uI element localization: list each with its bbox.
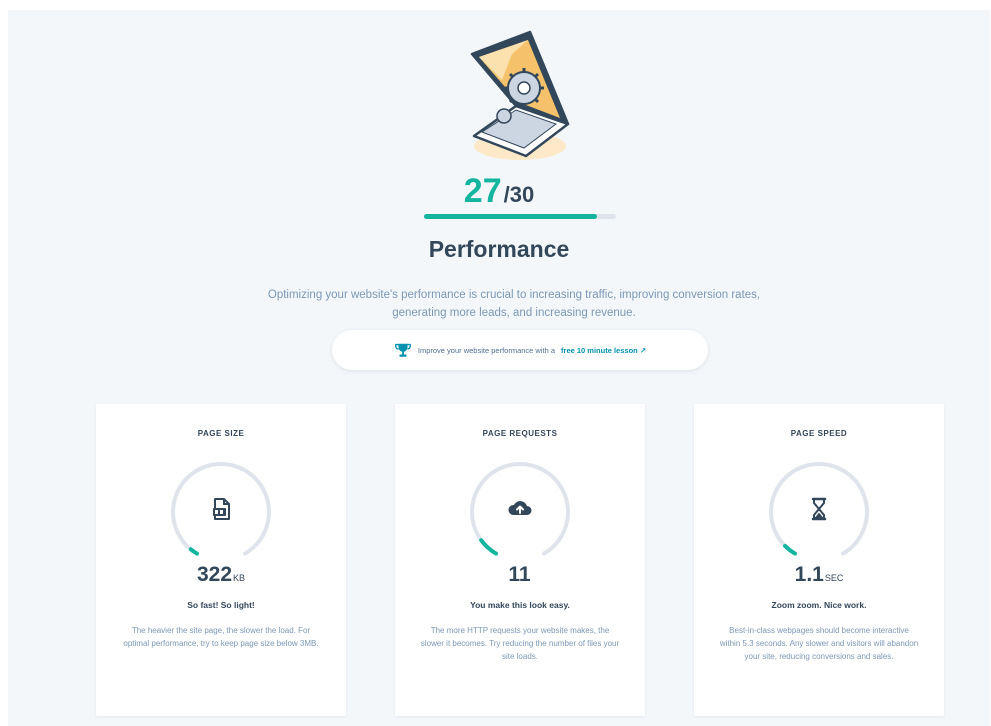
section-title: Performance [428, 236, 570, 262]
external-link-icon: ↗ [639, 345, 647, 355]
metric-value: 322 [196, 563, 233, 586]
page-size-metric: 322KB [96, 564, 346, 585]
cloud-upload-icon [508, 501, 532, 515]
lesson-banner[interactable]: Improve your website performance with a … [332, 330, 708, 370]
page-speed-card: PAGE SPEED 1.1SEC Zoom zoom. Nice work. … [694, 404, 944, 716]
page-requests-metric: 11 [395, 564, 645, 585]
metric-value: 1.1 [794, 563, 824, 586]
score-progress-fill [424, 214, 597, 219]
page-requests-card: PAGE REQUESTS 11 You make this look easy… [395, 404, 645, 716]
card-tagline: You make this look easy. [470, 600, 570, 610]
hourglass-icon [811, 497, 827, 521]
score-value: 27 [463, 172, 502, 210]
card-description: The more HTTP requests your website make… [420, 626, 620, 661]
metric-unit: SEC [824, 573, 844, 583]
metric-unit: KB [233, 573, 246, 583]
performance-score: 27/30 [8, 174, 990, 208]
trophy-icon [395, 343, 411, 357]
score-progress-bar [424, 214, 616, 219]
card-title: PAGE SPEED [790, 429, 848, 438]
card-title: PAGE SIZE [197, 429, 245, 438]
lesson-text: Improve your website performance with a [417, 345, 556, 355]
page-speed-metric: 1.1SEC [694, 564, 944, 585]
lesson-link[interactable]: free 10 minute lesson ↗ [561, 346, 646, 355]
card-tagline: So fast! So light! [187, 600, 255, 610]
lesson-link-label: free 10 minute lesson [561, 345, 638, 355]
performance-panel: 27/30 Performance Optimizing your websit… [8, 10, 990, 726]
card-title: PAGE REQUESTS [482, 429, 558, 438]
score-total: /30 [503, 182, 535, 207]
card-tagline: Zoom zoom. Nice work. [771, 600, 867, 610]
metric-value: 11 [508, 563, 531, 586]
file-icon [213, 498, 230, 520]
page-size-card: PAGE SIZE 322KB So fast! So light! The h… [96, 404, 346, 716]
laptop-gear-illustration [470, 30, 570, 160]
card-description: The heavier the site page, the slower th… [123, 626, 319, 648]
section-description: Optimizing your website's performance is… [267, 289, 761, 319]
card-description: Best-in-class webpages should become int… [719, 626, 919, 661]
